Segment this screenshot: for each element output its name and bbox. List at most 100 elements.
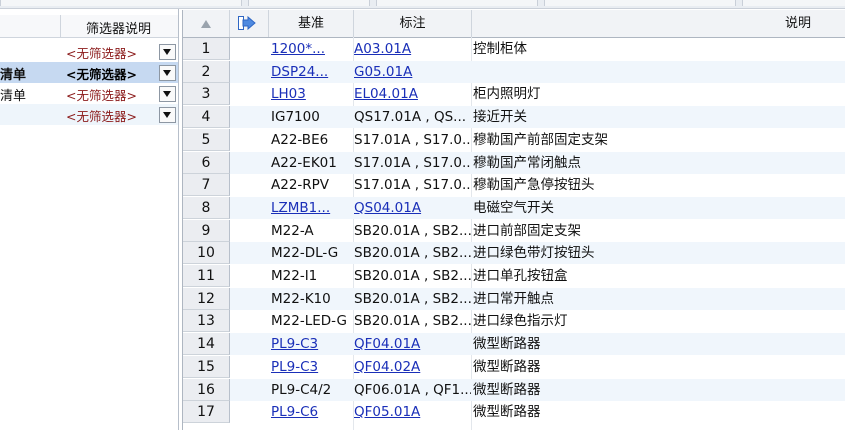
table-row[interactable]: 4 IG7100 QS17.01A , QS... 接近开关 bbox=[183, 106, 845, 129]
row-number[interactable]: 14 bbox=[183, 333, 230, 356]
table-row[interactable]: 17 PL9-C6 QF05.01A 微型断路器 bbox=[183, 401, 845, 424]
filter-row-name: 清单 bbox=[0, 89, 27, 104]
table-row[interactable]: 1 1200*... A03.01A 控制柜体 bbox=[183, 38, 845, 60]
row-number[interactable]: 4 bbox=[183, 106, 230, 129]
row-number[interactable]: 7 bbox=[183, 174, 230, 197]
filter-row-name: 清单 bbox=[0, 68, 27, 83]
chevron-down-icon[interactable] bbox=[159, 44, 176, 60]
row-number[interactable]: 13 bbox=[183, 310, 230, 333]
table-row[interactable]: 13 M22-LED-G SB20.01A , SB2... 进口绿色指示灯 bbox=[183, 310, 845, 333]
table-row[interactable]: 10 M22-DL-G SB20.01A , SB2... 进口绿色带灯按钮头 bbox=[183, 242, 845, 265]
cell-base[interactable]: 1200*... bbox=[271, 38, 351, 60]
cell-description: 进口前部固定支架 bbox=[473, 222, 581, 239]
cell-tag[interactable]: A03.01A bbox=[354, 38, 471, 60]
row-number[interactable]: 12 bbox=[183, 287, 230, 310]
column-header-base[interactable]: 基准 bbox=[269, 10, 354, 37]
row-number-header[interactable] bbox=[183, 10, 230, 37]
sort-up-icon bbox=[201, 19, 211, 28]
table-row[interactable]: 8 LZMB1... QS04.01A 电磁空气开关 bbox=[183, 196, 845, 219]
cell-tag[interactable]: EL04.01A bbox=[354, 83, 471, 105]
row-number[interactable]: 9 bbox=[183, 219, 230, 242]
row-number[interactable]: 16 bbox=[183, 378, 230, 401]
table-row[interactable]: 3 LH03 EL04.01A 柜内照明灯 bbox=[183, 83, 845, 106]
row-number[interactable]: 1 bbox=[183, 38, 230, 60]
table-row[interactable]: 2 DSP24... G05.01A bbox=[183, 60, 845, 83]
table-row[interactable]: 6 A22-EK01 S17.01A , S17.0... 穆勒国产常闭触点 bbox=[183, 151, 845, 174]
column-header-tag[interactable]: 标注 bbox=[354, 10, 472, 37]
row-number[interactable]: 10 bbox=[183, 242, 230, 265]
cell-description: 微型断路器 bbox=[473, 336, 541, 353]
cell-description: 接近开关 bbox=[473, 109, 527, 126]
table-row[interactable]: 11 M22-I1 SB20.01A , SB2... 进口单孔按钮盒 bbox=[183, 265, 845, 287]
toolbar-field[interactable] bbox=[544, 0, 736, 6]
cell-description: 进口绿色指示灯 bbox=[473, 313, 568, 330]
cell-base[interactable]: LH03 bbox=[271, 83, 351, 105]
filter-value[interactable]: <无筛选器> bbox=[66, 64, 137, 83]
table-row[interactable]: 15 PL9-C3 QF04.02A 微型断路器 bbox=[183, 355, 845, 378]
filter-row[interactable]: 清单 <无筛选器> bbox=[0, 83, 178, 104]
row-number[interactable]: 3 bbox=[183, 83, 230, 106]
table-row[interactable]: 16 PL9-C4/2 QF06.01A , QF1... 微型断路器 bbox=[183, 378, 845, 401]
row-number[interactable]: 11 bbox=[183, 265, 230, 287]
cell-tag: QS17.01A , QS... bbox=[354, 109, 467, 126]
filter-panel: 筛选器说明 <无筛选器> 清单 <无筛选器> 清单 <无筛选器> <无筛选器> bbox=[0, 9, 179, 430]
cell-description: 微型断路器 bbox=[473, 381, 541, 398]
cell-base: IG7100 bbox=[271, 109, 320, 126]
toolbar-field[interactable] bbox=[742, 0, 845, 6]
cell-tag[interactable]: QF04.02A bbox=[354, 356, 471, 378]
cell-base[interactable]: LZMB1... bbox=[271, 197, 351, 219]
cell-tag: S17.01A , S17.0... bbox=[354, 154, 471, 171]
cell-tag: SB20.01A , SB2... bbox=[354, 222, 471, 239]
cell-tag: SB20.01A , SB2... bbox=[354, 313, 471, 330]
arrow-right-icon bbox=[238, 16, 256, 30]
filter-row[interactable]: <无筛选器> bbox=[0, 41, 178, 62]
filter-description-header[interactable]: 筛选器说明 bbox=[86, 18, 151, 37]
cell-tag: SB20.01A , SB2... bbox=[354, 290, 471, 307]
row-number[interactable]: 17 bbox=[183, 401, 230, 424]
filter-value[interactable]: <无筛选器> bbox=[66, 106, 137, 125]
cell-description: 控制柜体 bbox=[473, 41, 527, 57]
row-number[interactable]: 5 bbox=[183, 128, 230, 151]
chevron-down-icon[interactable] bbox=[159, 86, 176, 102]
cell-description: 穆勒国产前部固定支架 bbox=[473, 131, 608, 148]
row-number[interactable]: 6 bbox=[183, 151, 230, 174]
filter-value[interactable]: <无筛选器> bbox=[66, 43, 137, 62]
filter-row[interactable]: 清单 <无筛选器> bbox=[0, 62, 178, 83]
cell-tag[interactable]: G05.01A bbox=[354, 61, 471, 83]
chevron-down-icon[interactable] bbox=[159, 65, 176, 81]
cell-base[interactable]: DSP24... bbox=[271, 61, 351, 83]
cell-description: 微型断路器 bbox=[473, 358, 541, 375]
table-row[interactable]: 14 PL9-C3 QF04.01A 微型断路器 bbox=[183, 333, 845, 356]
table-row[interactable]: 7 A22-RPV S17.01A , S17.0... 穆勒国产急停按钮头 bbox=[183, 174, 845, 197]
filter-row[interactable]: <无筛选器> bbox=[0, 104, 178, 125]
column-header-description[interactable]: 说明 bbox=[472, 10, 845, 37]
toolbar-field[interactable] bbox=[248, 0, 370, 6]
cell-base: PL9-C4/2 bbox=[271, 381, 332, 398]
row-number[interactable]: 2 bbox=[183, 60, 230, 83]
cell-tag[interactable]: QF04.01A bbox=[354, 333, 471, 355]
cell-description: 微型断路器 bbox=[473, 404, 541, 421]
row-number[interactable]: 8 bbox=[183, 196, 230, 219]
cell-base[interactable]: PL9-C3 bbox=[271, 356, 351, 378]
filter-value[interactable]: <无筛选器> bbox=[66, 85, 137, 104]
cell-base: M22-A bbox=[271, 222, 314, 239]
table-row[interactable]: 5 A22-BE6 S17.01A , S17.0... 穆勒国产前部固定支架 bbox=[183, 128, 845, 151]
cell-base: M22-DL-G bbox=[271, 245, 339, 262]
chevron-down-icon[interactable] bbox=[159, 107, 176, 123]
cell-base: M22-I1 bbox=[271, 268, 318, 284]
toolbar-field[interactable] bbox=[0, 0, 242, 6]
cell-description: 电磁空气开关 bbox=[473, 199, 554, 216]
row-number[interactable]: 15 bbox=[183, 355, 230, 378]
table-row[interactable]: 12 M22-K10 SB20.01A , SB2... 进口常开触点 bbox=[183, 287, 845, 310]
table-row[interactable]: 9 M22-A SB20.01A , SB2... 进口前部固定支架 bbox=[183, 219, 845, 242]
cell-tag: SB20.01A , SB2... bbox=[354, 268, 471, 284]
cell-base[interactable]: PL9-C6 bbox=[271, 401, 351, 423]
cell-tag[interactable]: QS04.01A bbox=[354, 197, 471, 219]
top-toolbar-strip bbox=[0, 0, 845, 9]
cell-base[interactable]: PL9-C3 bbox=[271, 333, 351, 355]
cell-base: M22-K10 bbox=[271, 290, 331, 307]
toolbar-field[interactable] bbox=[376, 0, 538, 6]
navigate-button[interactable] bbox=[230, 10, 269, 37]
cell-tag[interactable]: QF05.01A bbox=[354, 401, 471, 423]
cell-tag: QF06.01A , QF1... bbox=[354, 381, 471, 398]
